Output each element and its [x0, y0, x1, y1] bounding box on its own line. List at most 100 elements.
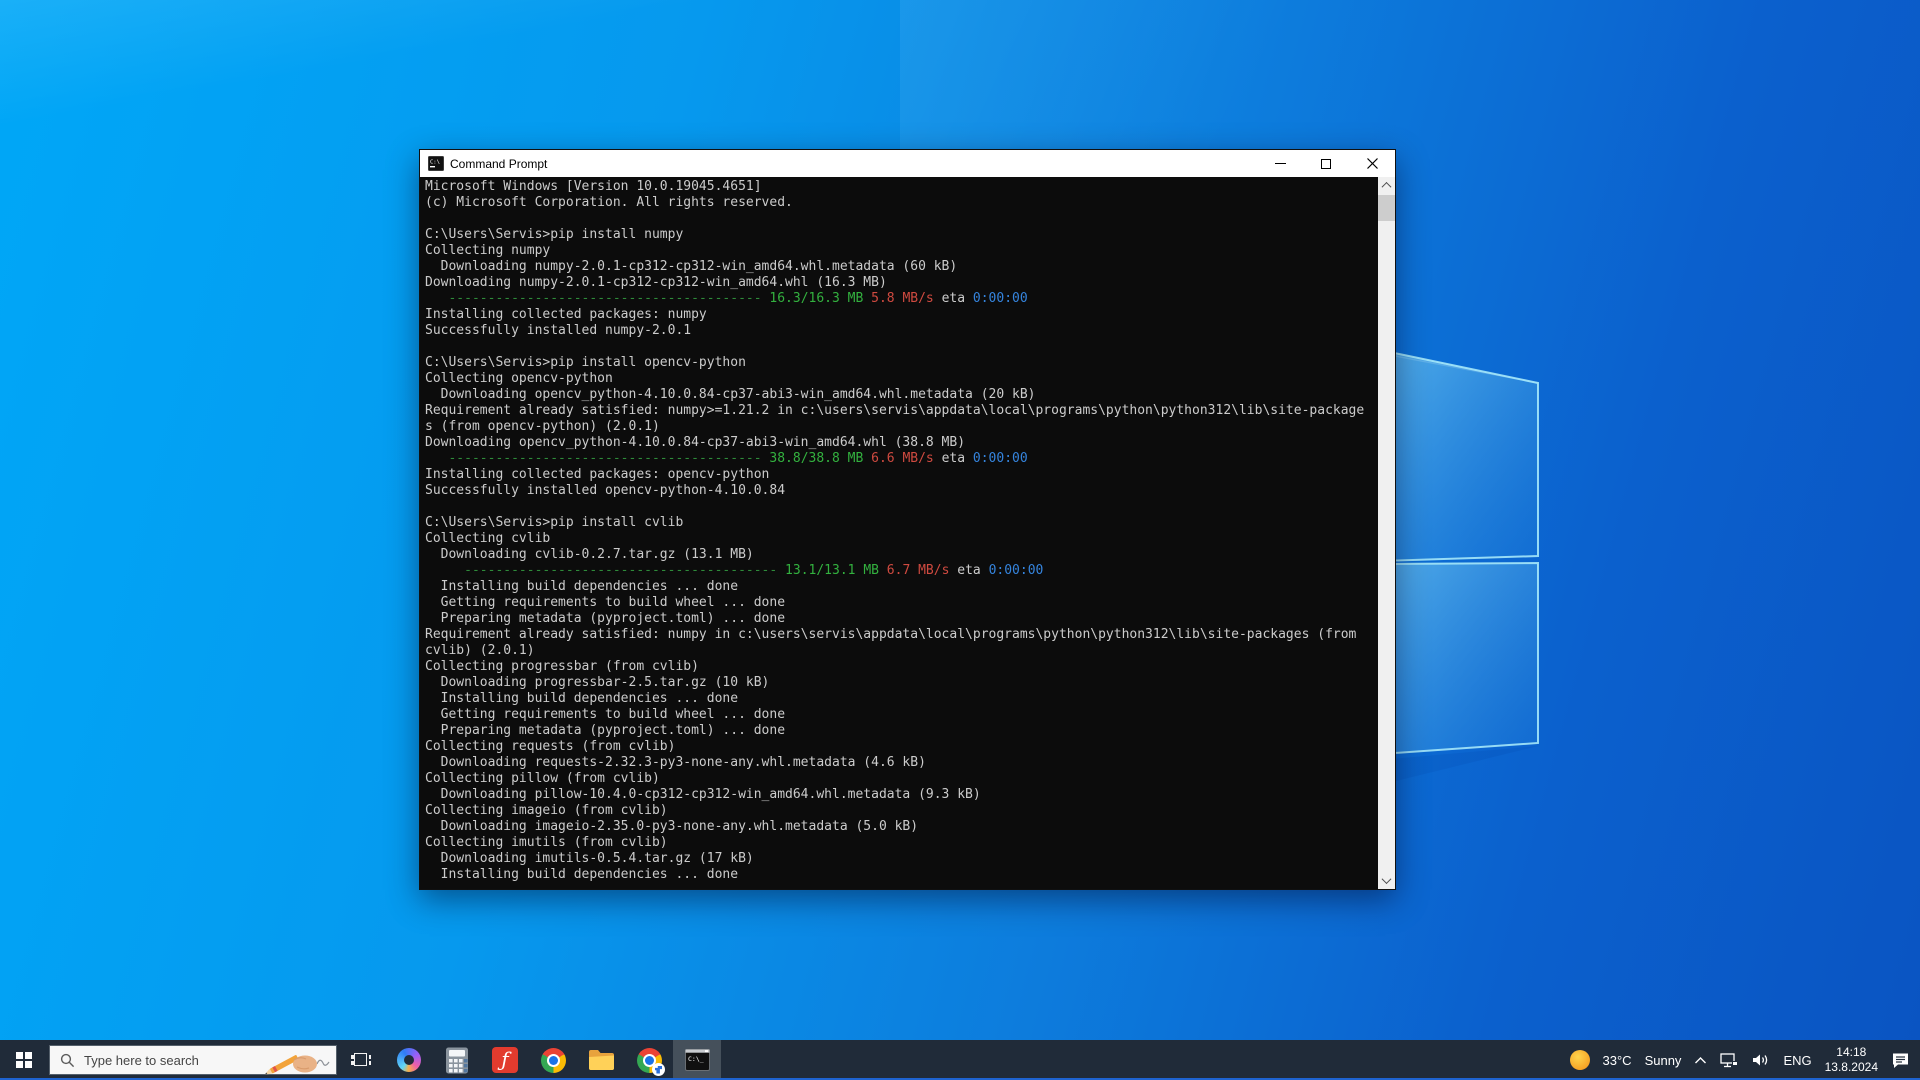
terminal-line: Downloading opencv_python-4.10.0.84-cp37…	[425, 435, 966, 450]
terminal-line: Successfully installed opencv-python-4.1…	[425, 483, 786, 498]
terminal-line: Successfully installed numpy-2.0.1	[425, 323, 692, 338]
speaker-icon	[1753, 1054, 1768, 1066]
taskbar-item-file-explorer[interactable]	[577, 1040, 625, 1080]
terminal-line: Collecting requests (from cvlib)	[425, 739, 676, 754]
terminal-line: Downloading opencv_python-4.10.0.84-cp37…	[425, 387, 1036, 402]
terminal-scrollbar[interactable]	[1378, 177, 1395, 889]
terminal-line: Downloading numpy-2.0.1-cp312-cp312-win_…	[425, 275, 887, 290]
search-doodle-hand-pencil	[264, 1055, 330, 1075]
terminal-line: Microsoft Windows [Version 10.0.19045.46…	[425, 179, 762, 194]
taskbar-item-calculator[interactable]	[433, 1040, 481, 1080]
terminal-line: ----------------------------------------…	[448, 451, 1028, 466]
terminal-line: Requirement already satisfied: numpy in …	[425, 627, 1357, 642]
calculator-icon	[446, 1047, 468, 1073]
window-title: Command Prompt	[450, 156, 548, 171]
tray-overflow-button[interactable]	[1694, 1056, 1707, 1065]
terminal-line: Preparing metadata (pyproject.toml) ... …	[425, 611, 786, 626]
taskbar-item-copilot[interactable]	[385, 1040, 433, 1080]
terminal-line: Collecting pillow (from cvlib)	[425, 771, 660, 786]
command-prompt-icon: C:\	[428, 156, 444, 171]
terminal-line: Collecting opencv-python	[425, 371, 613, 386]
terminal-line: C:\Users\Servis>pip install numpy	[425, 227, 684, 242]
minimize-icon	[1274, 163, 1286, 164]
terminal-line: Downloading numpy-2.0.1-cp312-cp312-win_…	[425, 259, 958, 274]
terminal-line: C:\Users\Servis>pip install opencv-pytho…	[425, 355, 746, 370]
taskbar-item-chrome-profile[interactable]	[625, 1040, 673, 1080]
command-prompt-icon: C:\_	[684, 1049, 710, 1071]
scroll-up-button[interactable]	[1378, 177, 1395, 194]
volume-button[interactable]	[1752, 1053, 1770, 1067]
command-prompt-window: C:\ Command Prompt Microsoft Windows [Ve…	[419, 149, 1396, 890]
scrollbar-thumb[interactable]	[1378, 195, 1395, 221]
windows-logo-icon	[16, 1052, 32, 1068]
terminal-line: Installing build dependencies ... done	[425, 691, 739, 706]
terminal-line: (c) Microsoft Corporation. All rights re…	[425, 195, 793, 210]
terminal-line: Downloading progressbar-2.5.tar.gz (10 k…	[425, 675, 770, 690]
clock[interactable]: 14:18 13.8.2024	[1825, 1045, 1878, 1075]
task-view-button[interactable]	[337, 1040, 385, 1080]
terminal-line: Collecting progressbar (from cvlib)	[425, 659, 699, 674]
terminal-line: Collecting imutils (from cvlib)	[425, 835, 668, 850]
terminal-line: Getting requirements to build wheel ... …	[425, 707, 786, 722]
system-tray: 33°C Sunny ENG 14:18 13.8.2024	[1569, 1045, 1920, 1075]
terminal-line: Downloading pillow-10.4.0-cp312-cp312-wi…	[425, 787, 981, 802]
weather-sun-icon[interactable]	[1569, 1050, 1590, 1070]
terminal-line: C:\Users\Servis>pip install cvlib	[425, 515, 684, 530]
search-icon	[60, 1053, 75, 1067]
maximize-icon	[1321, 158, 1331, 169]
maximize-button[interactable]	[1303, 150, 1349, 177]
window-titlebar[interactable]: C:\ Command Prompt	[420, 150, 1395, 177]
start-button[interactable]	[0, 1040, 48, 1080]
terminal-line: Getting requirements to build wheel ... …	[425, 595, 786, 610]
taskbar-item-command-prompt[interactable]: C:\_	[673, 1040, 721, 1080]
terminal-line: Installing collected packages: numpy	[425, 307, 707, 322]
terminal-line: Downloading imutils-0.5.4.tar.gz (17 kB)	[425, 851, 754, 866]
close-button[interactable]	[1349, 150, 1395, 177]
clock-date: 13.8.2024	[1824, 1060, 1878, 1074]
network-icon	[1720, 1052, 1739, 1067]
taskbar-item-chrome[interactable]	[529, 1040, 577, 1080]
chevron-down-icon	[1381, 874, 1392, 885]
terminal-line: Downloading requests-2.32.3-py3-none-any…	[425, 755, 926, 770]
notification-icon	[1893, 1053, 1908, 1068]
profile-badge-icon	[652, 1063, 665, 1076]
action-center-button[interactable]	[1891, 1052, 1910, 1069]
terminal-output[interactable]: Microsoft Windows [Version 10.0.19045.46…	[420, 177, 1395, 889]
language-indicator[interactable]: ENG	[1783, 1053, 1811, 1068]
terminal-line: Installing collected packages: opencv-py…	[425, 467, 770, 482]
file-explorer-icon	[588, 1050, 614, 1070]
svg-text:C:\_: C:\_	[688, 1055, 704, 1063]
search-placeholder: Type here to search	[84, 1052, 199, 1068]
window-controls	[1257, 150, 1395, 177]
network-button[interactable]	[1720, 1052, 1739, 1068]
terminal-text: Microsoft Windows [Version 10.0.19045.46…	[425, 179, 1376, 889]
svg-text:C:\: C:\	[430, 160, 440, 166]
chevron-up-icon	[1695, 1056, 1707, 1063]
copilot-icon	[397, 1048, 421, 1072]
scroll-down-button[interactable]	[1378, 872, 1395, 889]
terminal-line: Collecting cvlib	[425, 531, 551, 546]
task-view-icon	[351, 1052, 371, 1068]
f-app-icon: ƒ	[492, 1047, 518, 1073]
terminal-line: ----------------------------------------…	[464, 563, 1044, 578]
taskbar-item-f-app[interactable]: ƒ	[481, 1040, 529, 1080]
terminal-line: cvlib) (2.0.1)	[425, 643, 535, 658]
terminal-line: Requirement already satisfied: numpy>=1.…	[425, 403, 1365, 418]
terminal-line: Collecting imageio (from cvlib)	[425, 803, 668, 818]
clock-time: 14:18	[1836, 1045, 1867, 1059]
desktop: C:\ Command Prompt Microsoft Windows [Ve…	[0, 0, 1920, 1080]
weather-temperature[interactable]: 33°C	[1603, 1053, 1632, 1068]
minimize-button[interactable]	[1257, 150, 1303, 177]
weather-condition[interactable]: Sunny	[1645, 1053, 1682, 1068]
terminal-line: Collecting numpy	[425, 243, 551, 258]
terminal-line: ----------------------------------------…	[448, 291, 1028, 306]
search-input[interactable]: Type here to search	[49, 1045, 337, 1075]
terminal-line: s (from opencv-python) (2.0.1)	[425, 419, 660, 434]
chevron-up-icon	[1381, 181, 1392, 192]
terminal-line: Installing build dependencies ... done	[425, 867, 739, 882]
taskbar: Type here to search ƒ C:\_ 33°C Sunny EN…	[0, 1040, 1920, 1080]
terminal-line: Downloading cvlib-0.2.7.tar.gz (13.1 MB)	[425, 547, 754, 562]
